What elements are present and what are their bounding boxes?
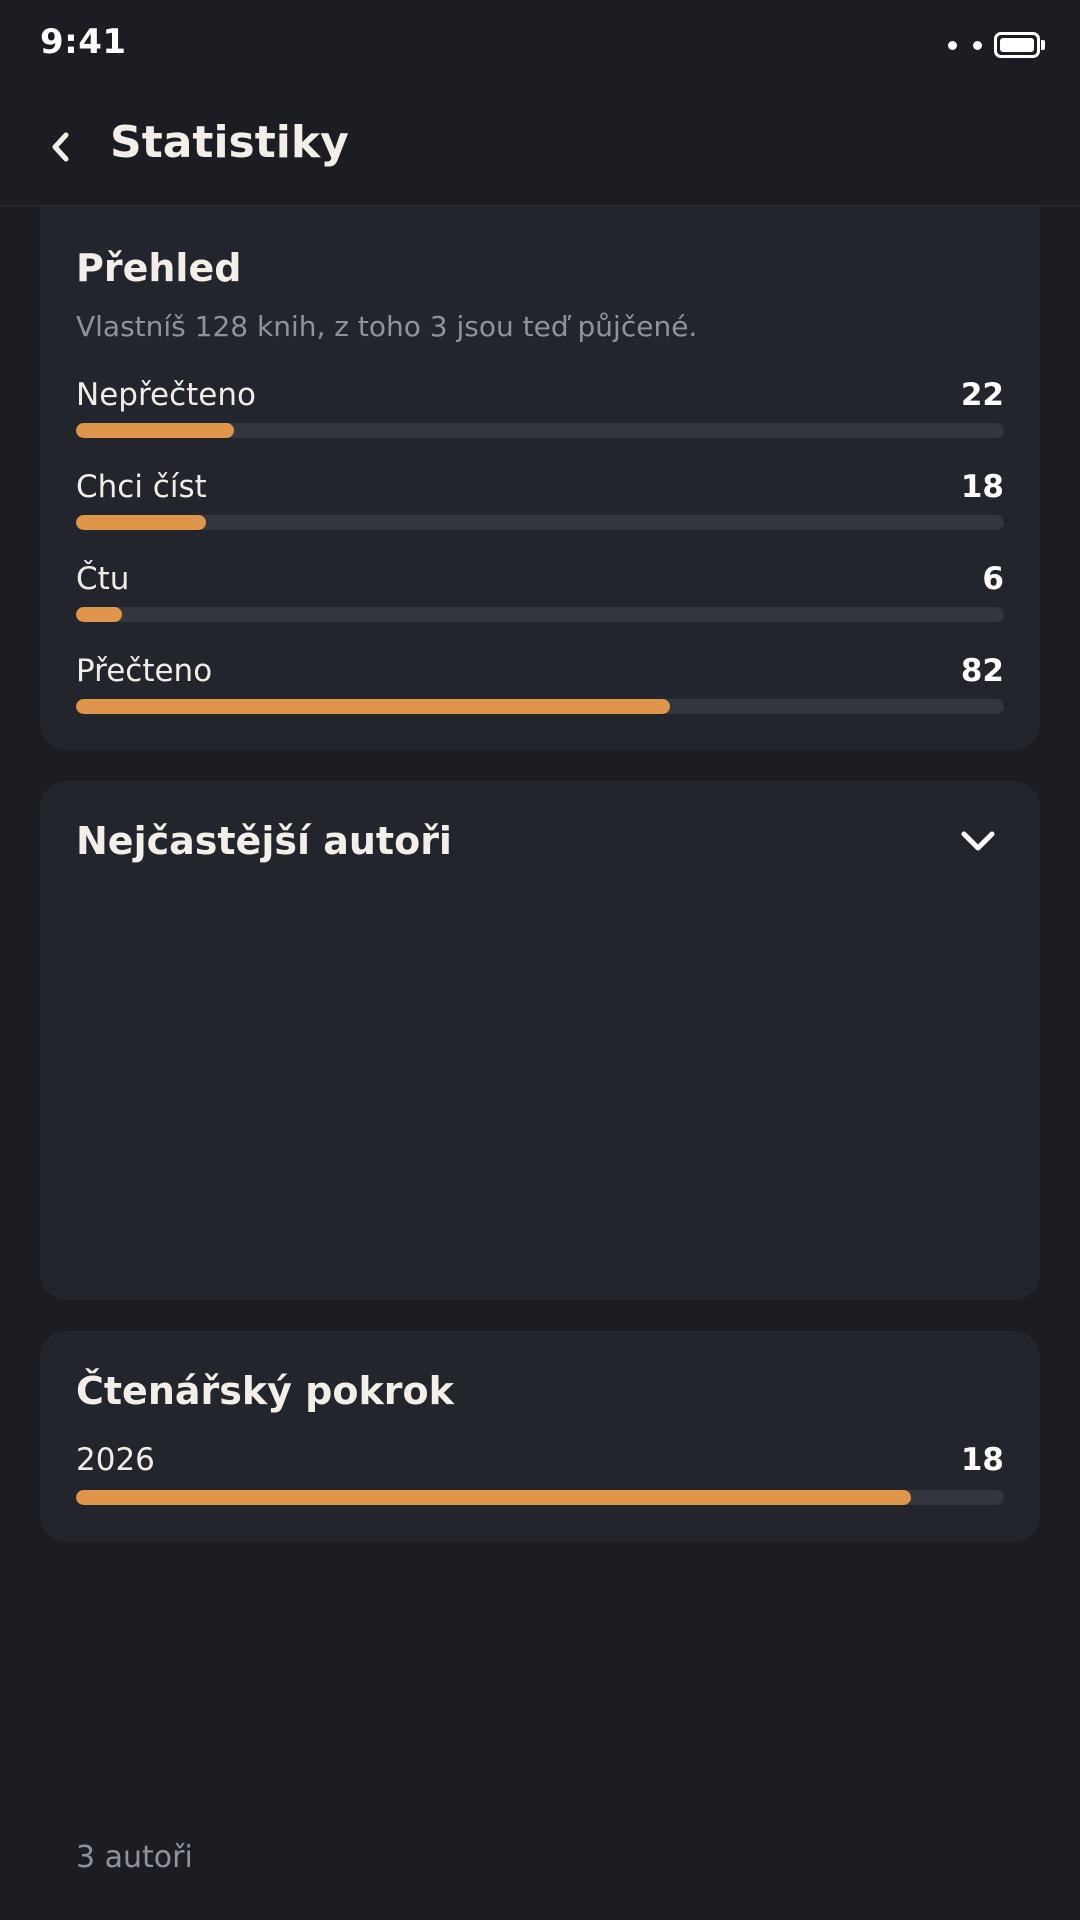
progress-bar-fill	[76, 1490, 912, 1505]
stat-bar-fill	[76, 699, 670, 714]
reading-progress-card: Čtenářský pokrok 2026 18	[40, 1331, 1040, 1542]
status-bar: 9:41	[0, 0, 1080, 90]
top-authors-title: Nejčastější autoři	[76, 819, 452, 863]
authors-count: 3 autoři	[76, 1840, 193, 1875]
stat-label-unread: Nepřečteno	[76, 377, 256, 413]
progress-value: 18	[960, 1442, 1004, 1478]
stat-bar-want-to-read	[76, 515, 1004, 530]
stat-bar-fill	[76, 515, 206, 530]
top-authors-card[interactable]: Nejčastější autoři	[40, 781, 1040, 1300]
stat-bar-fill	[76, 607, 123, 622]
stat-bar-reading	[76, 607, 1004, 622]
signal-dot	[948, 41, 957, 50]
overview-summary: Vlastníš 128 knih, z toho 3 jsou teď půj…	[76, 310, 698, 343]
stat-bar-fill	[76, 423, 234, 438]
progress-year: 2026	[76, 1442, 155, 1478]
app-header: Statistiky	[0, 90, 1080, 206]
stat-value-want-to-read: 18	[960, 469, 1004, 505]
stat-value-read: 82	[960, 653, 1004, 689]
battery-tip	[1041, 40, 1045, 50]
overview-card: Přehled Vlastníš 128 knih, z toho 3 jsou…	[40, 206, 1040, 750]
progress-bar	[76, 1490, 1004, 1505]
statistics-screen: 9:41 Statistiky Přehled Vlastníš 128 kni…	[0, 0, 1080, 1920]
stat-bar-read	[76, 699, 1004, 714]
stat-value-unread: 22	[960, 377, 1004, 413]
battery-level	[1000, 38, 1034, 52]
stat-label-read: Přečteno	[76, 653, 213, 689]
signal-dot	[973, 41, 982, 50]
back-button[interactable]	[36, 122, 86, 172]
overview-title: Přehled	[76, 246, 242, 290]
signal-dots-icon	[948, 41, 982, 50]
reading-progress-title: Čtenářský pokrok	[76, 1369, 454, 1413]
stat-label-want-to-read: Chci číst	[76, 469, 207, 505]
stat-bar-unread	[76, 423, 1004, 438]
page-title: Statistiky	[110, 117, 349, 168]
chevron-down-icon	[961, 831, 995, 851]
status-time: 9:41	[40, 22, 127, 62]
expand-toggle-button[interactable]	[956, 819, 1000, 863]
stat-value-reading: 6	[982, 561, 1004, 597]
chevron-left-icon	[52, 132, 69, 162]
battery-icon	[994, 32, 1040, 58]
stat-label-reading: Čtu	[76, 561, 130, 597]
